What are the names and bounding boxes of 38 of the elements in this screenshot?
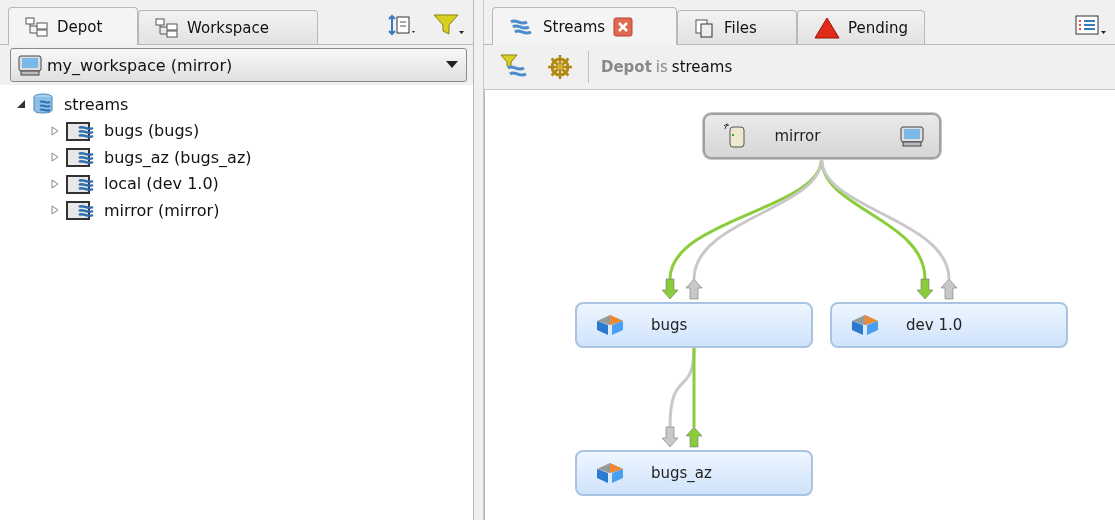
tab[interactable]: Streams: [492, 7, 677, 45]
filter-field: Depot: [601, 58, 652, 76]
stream-node[interactable]: dev 1.0: [830, 302, 1068, 348]
stream-node[interactable]: mirror: [702, 113, 941, 159]
tree-icon: [155, 17, 179, 38]
stream-name: mirror: [774, 127, 822, 145]
stream-node[interactable]: bugs: [575, 302, 813, 348]
tree-icon: [25, 16, 49, 37]
stream-name: bugs_az: [651, 464, 713, 482]
tab[interactable]: Files: [677, 10, 797, 44]
caret-icon: [446, 61, 458, 69]
workspace-icon: [17, 54, 43, 76]
close-icon[interactable]: [613, 16, 634, 37]
monitor-icon: [898, 125, 925, 147]
stream-node[interactable]: bugs_az: [575, 450, 813, 496]
tree-item[interactable]: bugs_az (bugs_az): [104, 147, 252, 167]
expand-icon[interactable]: [50, 125, 60, 136]
tree-item[interactable]: bugs (bugs): [104, 121, 200, 141]
expand-icon[interactable]: [50, 152, 60, 163]
tab[interactable]: Workspace: [138, 10, 318, 44]
stream-cube-icon: [850, 313, 880, 337]
stream-name: bugs: [651, 316, 689, 334]
stream-name: dev 1.0: [906, 316, 964, 334]
tree-item[interactable]: mirror (mirror): [104, 200, 220, 220]
expand-icon[interactable]: [50, 178, 60, 189]
warning-triangle-icon: [814, 16, 840, 39]
documents-icon: [694, 17, 716, 38]
collapse-icon[interactable]: [16, 99, 26, 110]
tab[interactable]: Pending: [797, 10, 925, 44]
stream-cube-icon: [595, 313, 625, 337]
stream-cube-icon: [595, 461, 625, 485]
filter-operator: is: [655, 58, 668, 76]
tree-item[interactable]: local (dev 1.0): [104, 174, 219, 194]
workspace-dropdown[interactable]: my_workspace (mirror): [10, 48, 467, 82]
expand-icon[interactable]: [50, 205, 60, 216]
tab[interactable]: Depot: [8, 7, 138, 45]
tree-item[interactable]: streams: [64, 94, 129, 114]
filter-value: streams: [671, 58, 733, 76]
